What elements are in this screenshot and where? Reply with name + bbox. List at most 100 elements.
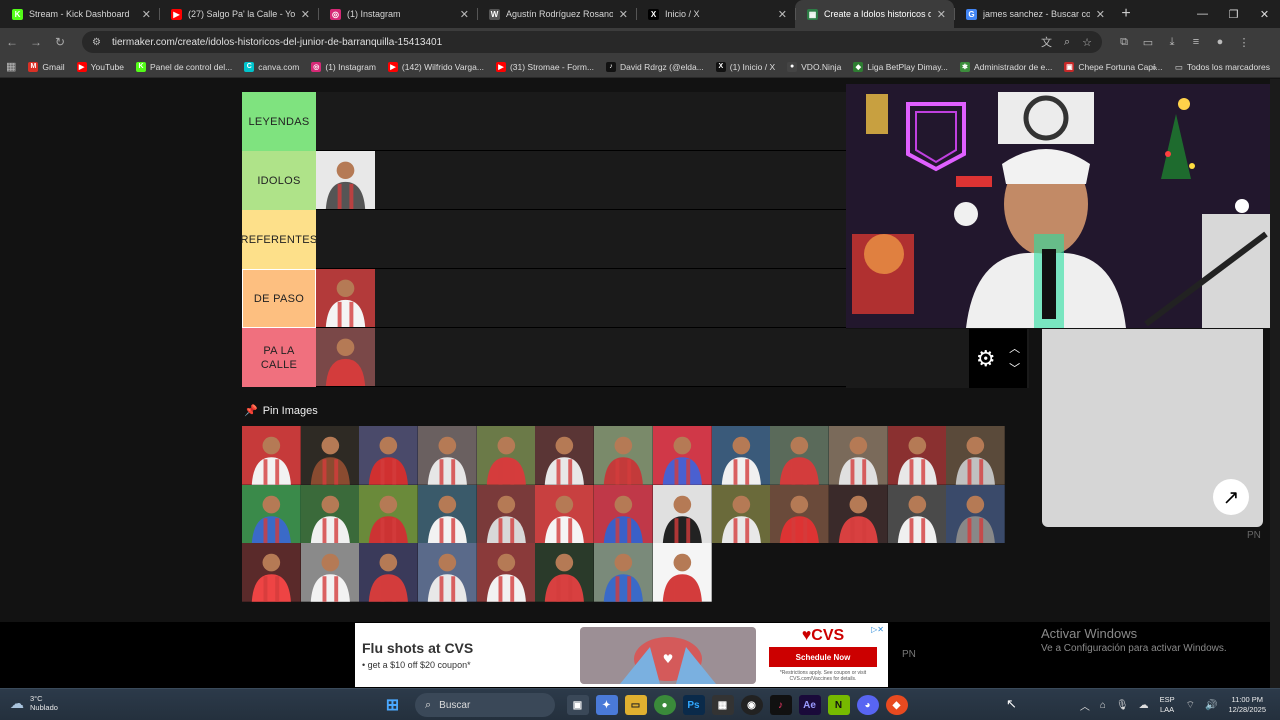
- tab-close-icon[interactable]: ✕: [778, 8, 787, 21]
- all-bookmarks-link[interactable]: Todos los marcadores: [1187, 62, 1270, 72]
- tab-close-icon[interactable]: ✕: [460, 8, 469, 21]
- player-image[interactable]: [316, 151, 375, 209]
- file-explorer-icon[interactable]: ▭: [624, 695, 647, 715]
- player-image[interactable]: [476, 426, 536, 485]
- close-window-button[interactable]: ✕: [1249, 0, 1280, 28]
- tab-close-icon[interactable]: ✕: [1096, 8, 1105, 21]
- tier-label[interactable]: REFERENTES: [241, 210, 317, 269]
- download-icon[interactable]: ⤓: [1160, 36, 1184, 49]
- extensions-icon[interactable]: ⧉: [1112, 36, 1136, 49]
- tab-close-icon[interactable]: ✕: [619, 8, 628, 21]
- menu-icon[interactable]: ⋮: [1232, 36, 1256, 49]
- browser-tab[interactable]: X Inicio / X ✕: [636, 0, 795, 28]
- player-image[interactable]: [652, 484, 712, 544]
- apps-grid-icon[interactable]: ▦: [6, 60, 16, 73]
- new-tab-button[interactable]: +: [1113, 0, 1139, 28]
- language-indicator[interactable]: ESP LAA: [1160, 695, 1175, 715]
- bookmark-item[interactable]: ♪ David Rdrgz (@elda...: [606, 61, 704, 72]
- task-view-icon[interactable]: ▣: [566, 695, 589, 715]
- bookmark-item[interactable]: ◆ Liga BetPlay Dimay...: [853, 61, 948, 72]
- tier-label[interactable]: LEYENDAS: [242, 92, 316, 151]
- bookmark-item[interactable]: K Panel de control del...: [136, 61, 232, 72]
- player-image[interactable]: [887, 426, 947, 485]
- player-image[interactable]: [946, 484, 1005, 544]
- weather-widget[interactable]: ☁ 3°C Nublado: [10, 694, 58, 712]
- after-effects-icon[interactable]: Ae: [798, 695, 821, 715]
- player-image[interactable]: [300, 543, 360, 603]
- profile-icon[interactable]: ●: [1208, 36, 1232, 49]
- tier-drop-zone[interactable]: [316, 269, 846, 327]
- forward-button[interactable]: →: [24, 35, 48, 49]
- speaker-icon[interactable]: 🔊: [1205, 700, 1217, 711]
- network-icon[interactable]: ⌂: [1100, 700, 1106, 711]
- bookmark-item[interactable]: ▶ YouTube: [76, 61, 124, 72]
- tier-drop-zone[interactable]: [316, 151, 846, 209]
- browser-tab[interactable]: W Agustín Rodríguez Rosano - Wi ✕: [477, 0, 636, 28]
- nvidia-icon[interactable]: N: [827, 695, 850, 715]
- player-image[interactable]: [418, 484, 477, 544]
- player-image[interactable]: [652, 426, 712, 485]
- clock[interactable]: 11:00 PM 12/28/2025: [1228, 695, 1266, 715]
- player-image[interactable]: [535, 484, 595, 544]
- tab-close-icon[interactable]: ✕: [142, 8, 151, 21]
- bookmark-item[interactable]: M Gmail: [28, 61, 65, 72]
- tiktok-icon[interactable]: ♪: [769, 695, 792, 715]
- chevron-up-icon[interactable]: ︿: [1080, 698, 1090, 713]
- schedule-now-button[interactable]: Schedule Now: [769, 647, 877, 667]
- player-image[interactable]: [887, 484, 947, 544]
- player-image[interactable]: [711, 484, 771, 544]
- player-image[interactable]: [242, 426, 301, 485]
- discord-icon[interactable]: ◕: [856, 695, 879, 715]
- move-up-icon[interactable]: ︿: [1009, 339, 1020, 359]
- tab-close-icon[interactable]: ✕: [301, 8, 310, 21]
- bookmark-star-icon[interactable]: ☆: [1082, 36, 1092, 49]
- player-image[interactable]: [300, 426, 360, 485]
- zoom-icon[interactable]: ⌕: [1064, 36, 1070, 49]
- photoshop-icon[interactable]: Ps: [682, 695, 705, 715]
- player-image[interactable]: [594, 543, 653, 603]
- move-down-icon[interactable]: ﹀: [1009, 359, 1020, 379]
- player-image[interactable]: [828, 426, 888, 485]
- tab-close-icon[interactable]: ✕: [937, 8, 946, 21]
- player-image[interactable]: [418, 426, 477, 485]
- player-image[interactable]: [316, 328, 375, 386]
- start-icon[interactable]: ⊞: [382, 695, 404, 715]
- browser-tab[interactable]: ▦ Create a Idolos historicos del Ju ✕: [795, 0, 954, 28]
- player-image[interactable]: [476, 484, 536, 544]
- obs-icon[interactable]: ◉: [740, 695, 763, 715]
- player-image[interactable]: [359, 543, 419, 603]
- player-image[interactable]: [828, 484, 888, 544]
- tier-drop-zone[interactable]: [316, 328, 846, 386]
- taskbar-search[interactable]: ⌕ Buscar: [415, 693, 555, 717]
- player-image[interactable]: [594, 426, 653, 485]
- browser-tab[interactable]: Gjames sanchez - Buscar con Go ✕: [954, 0, 1113, 28]
- onedrive-icon[interactable]: ☁: [1139, 700, 1149, 711]
- player-image[interactable]: [594, 484, 653, 544]
- cvs-ad[interactable]: Flu shots at CVS • get a $10 off $20 cou…: [355, 623, 888, 687]
- page-scrollbar[interactable]: [1270, 79, 1280, 688]
- player-image[interactable]: [770, 484, 829, 544]
- bookmark-item[interactable]: ▶ (142) Wilfrido Varga...: [387, 61, 484, 72]
- tier-drop-zone[interactable]: [316, 92, 846, 150]
- copilot-icon[interactable]: ✦: [595, 695, 618, 715]
- browser-tab[interactable]: K Stream - Kick Dashboard ✕: [0, 0, 159, 28]
- minimize-button[interactable]: —: [1187, 0, 1218, 28]
- player-image[interactable]: [652, 543, 712, 603]
- tier-drop-zone[interactable]: [316, 210, 846, 268]
- player-image[interactable]: [946, 426, 1005, 485]
- player-image[interactable]: [316, 269, 375, 327]
- player-image[interactable]: [300, 484, 360, 544]
- gear-icon[interactable]: ⚙: [976, 346, 996, 372]
- bookmark-item[interactable]: ▣ Chepe Fortuna Capí...: [1064, 61, 1162, 72]
- back-button[interactable]: ←: [0, 35, 24, 49]
- browser-tab[interactable]: ◎ (1) Instagram ✕: [318, 0, 477, 28]
- player-image[interactable]: [476, 543, 536, 603]
- player-image[interactable]: [359, 484, 419, 544]
- expand-icon[interactable]: ↗: [1213, 479, 1249, 515]
- player-image[interactable]: [418, 543, 477, 603]
- bookmark-item[interactable]: ▶ (31) Stromae - Form...: [495, 61, 594, 72]
- maximize-button[interactable]: ❐: [1218, 0, 1249, 28]
- reload-button[interactable]: ↻: [48, 35, 72, 49]
- tier-label[interactable]: DE PASO: [242, 269, 316, 328]
- wifi-icon[interactable]: ⌔: [1186, 699, 1195, 712]
